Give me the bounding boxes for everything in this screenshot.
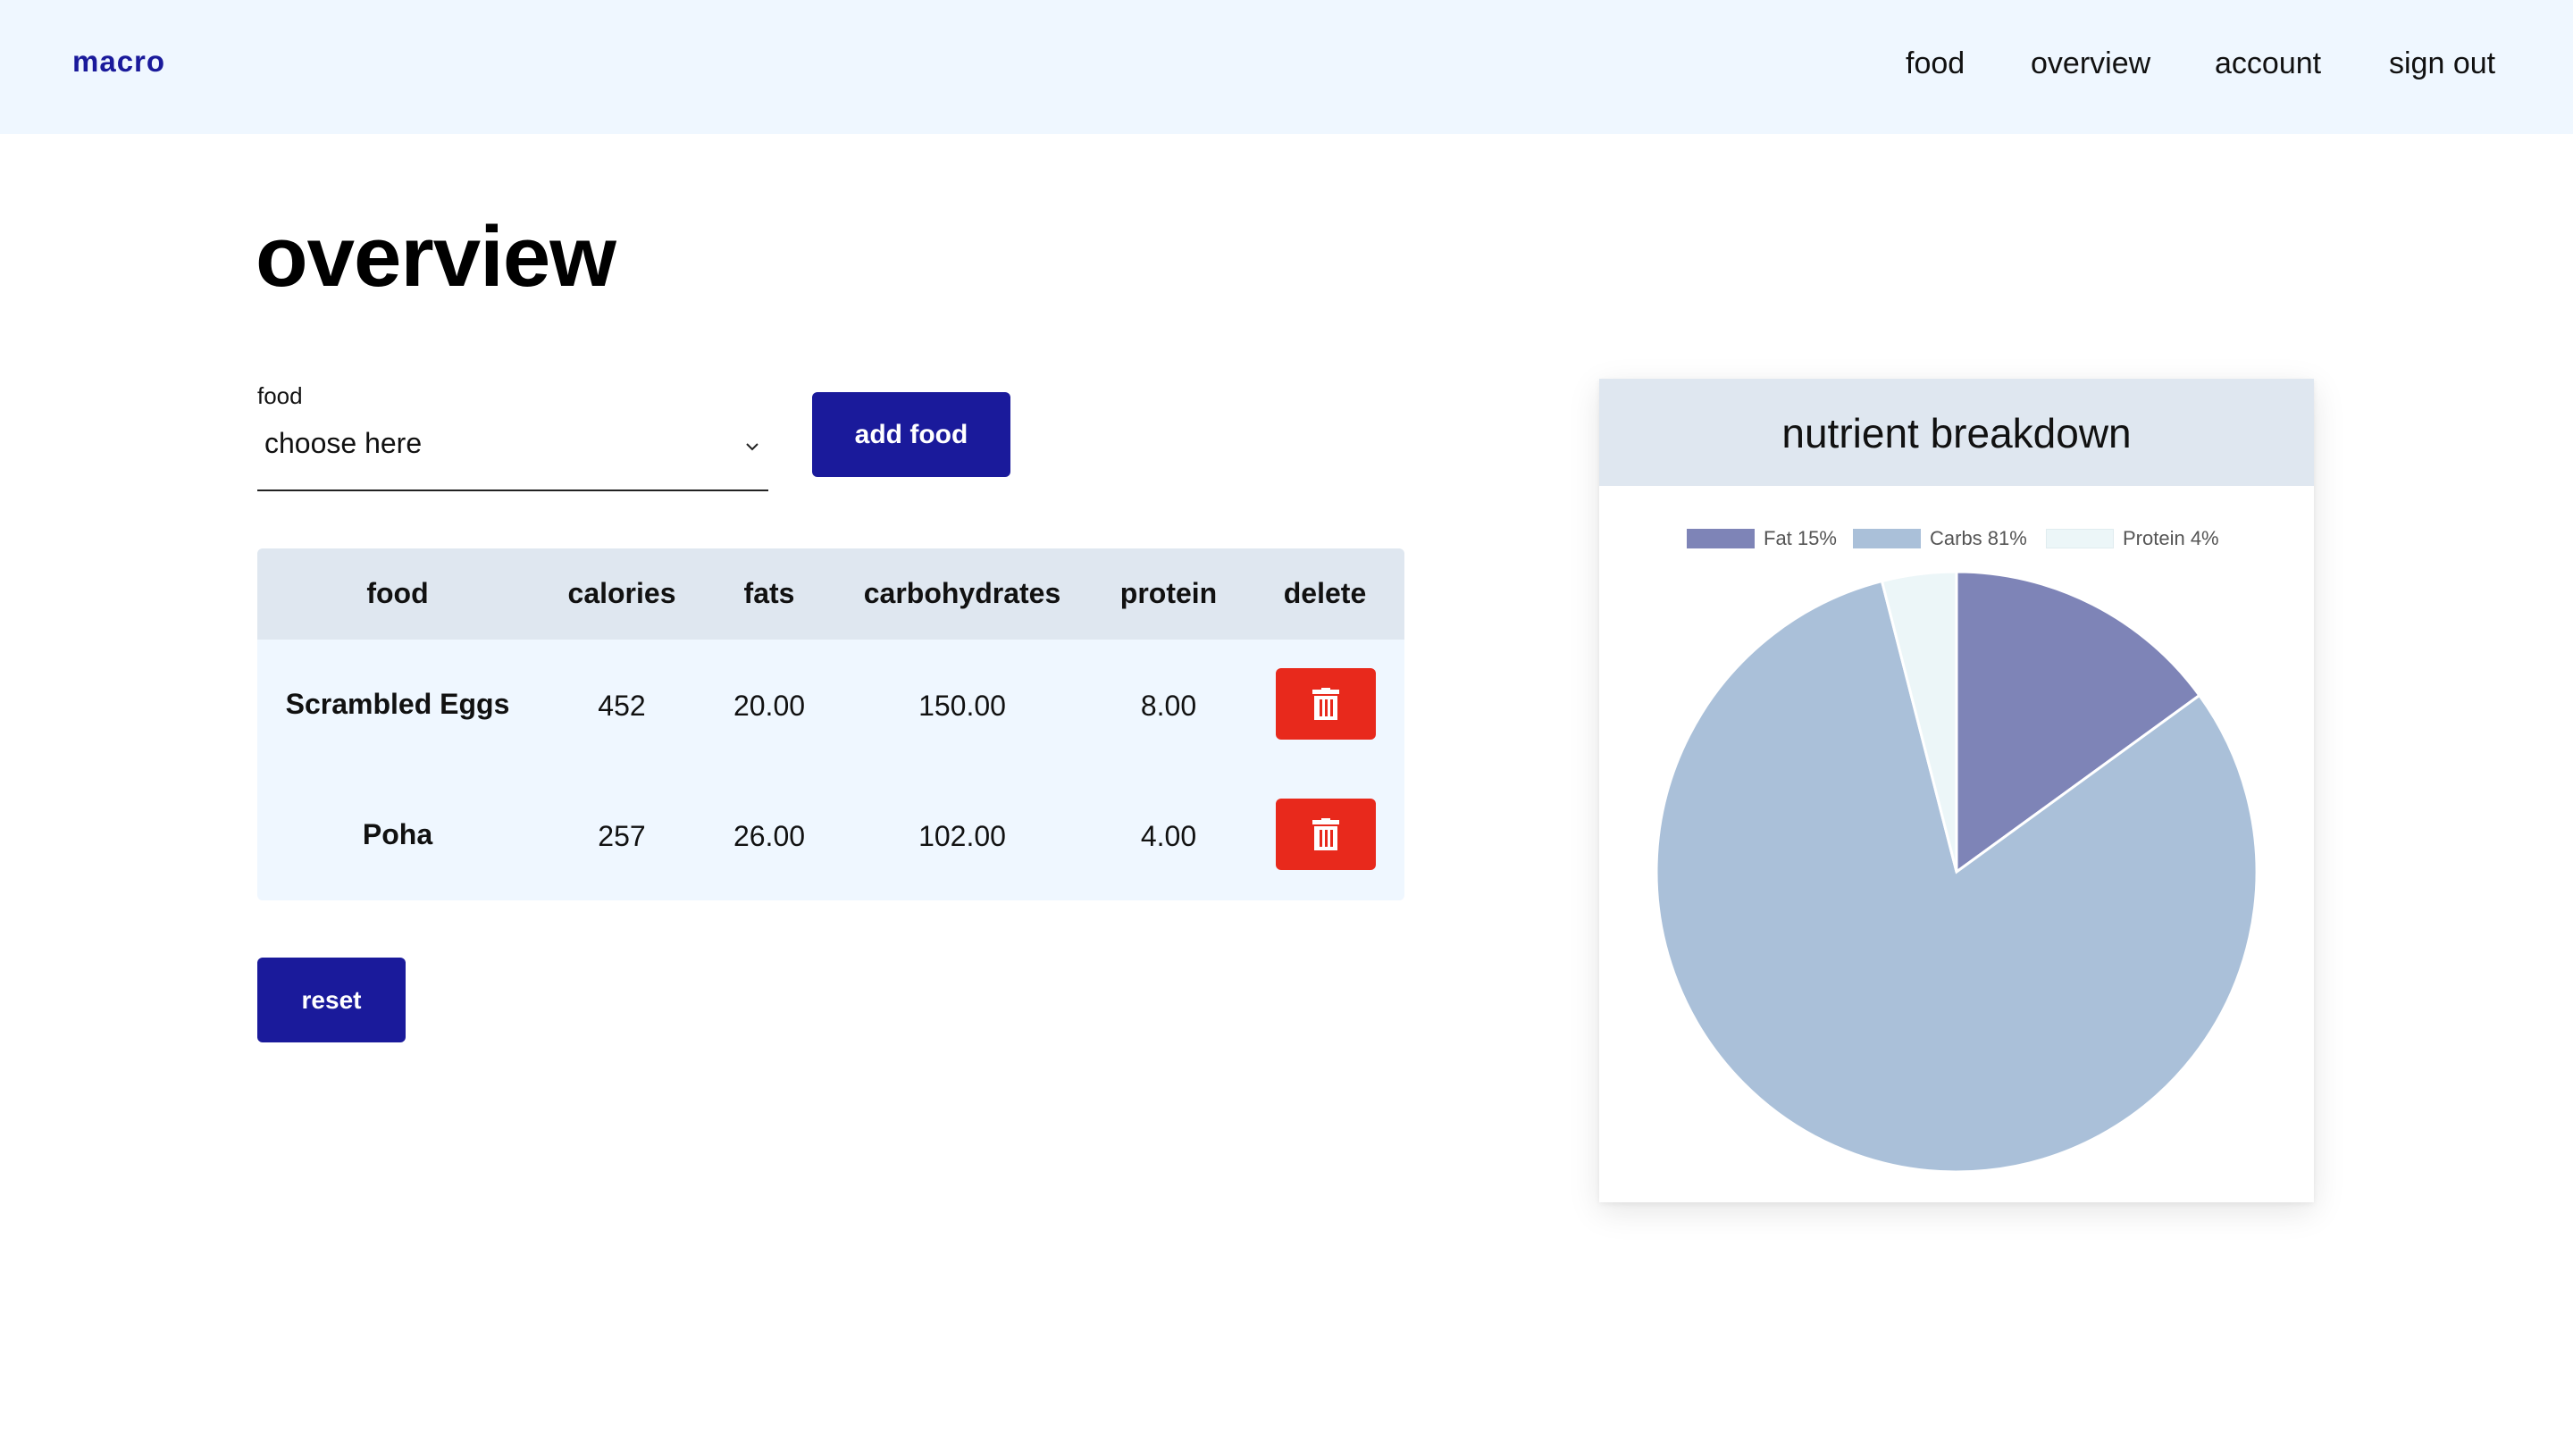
chart-header: nutrient breakdown xyxy=(1599,379,2314,486)
table-cell-fats: 20.00 xyxy=(733,690,806,722)
table-cell-carbohydrates: 102.00 xyxy=(918,820,1006,852)
food-select[interactable]: choose here xyxy=(257,420,768,491)
table-cell-carbohydrates: 150.00 xyxy=(918,690,1006,722)
table-header-row: food calories fats carbohydrates protein… xyxy=(257,548,1404,640)
legend-label-fat: Fat 15% xyxy=(1764,527,1837,549)
legend-swatch-carbs xyxy=(1853,529,1921,548)
table-cell-food: Poha xyxy=(362,818,433,850)
page-title: overview xyxy=(256,209,616,305)
food-select-label: food xyxy=(257,382,303,409)
delete-button[interactable] xyxy=(1276,668,1376,740)
nutrient-chart-card: nutrient breakdown Fat 15% Carbs 81% Pro… xyxy=(1599,379,2314,1202)
trash-icon xyxy=(1312,688,1339,720)
navbar: macro food overview account sign out xyxy=(0,0,2573,134)
food-select-value: choose here xyxy=(264,427,423,459)
column-header-calories: calories xyxy=(567,577,676,609)
column-header-fats: fats xyxy=(743,577,795,609)
table-cell-food: Scrambled Eggs xyxy=(285,688,510,720)
legend-swatch-fat xyxy=(1687,529,1755,548)
column-header-delete: delete xyxy=(1283,577,1367,609)
column-header-protein: protein xyxy=(1119,577,1218,609)
column-header-carbohydrates: carbohydrates xyxy=(863,577,1061,609)
table-cell-calories: 452 xyxy=(598,690,646,722)
nav-link-food[interactable]: food xyxy=(1906,46,1965,81)
legend-swatch-protein xyxy=(2046,529,2114,548)
table-cell-fats: 26.00 xyxy=(733,820,806,852)
table-cell-protein: 4.00 xyxy=(1140,820,1197,852)
legend-label-protein: Protein 4% xyxy=(2123,527,2219,549)
brand-logo[interactable]: macro xyxy=(72,45,165,79)
pie-chart xyxy=(1655,570,2259,1174)
table-cell-calories: 257 xyxy=(598,820,646,852)
delete-button[interactable] xyxy=(1276,799,1376,870)
table-cell-protein: 8.00 xyxy=(1140,690,1197,722)
nav-link-overview[interactable]: overview xyxy=(2031,46,2150,81)
add-food-button[interactable]: add food xyxy=(812,392,1010,477)
reset-button[interactable]: reset xyxy=(257,958,406,1042)
column-header-food: food xyxy=(366,577,429,609)
nav-link-sign-out[interactable]: sign out xyxy=(2389,46,2495,81)
trash-icon xyxy=(1312,818,1339,850)
chart-title: nutrient breakdown xyxy=(1781,410,2132,456)
food-table: food calories fats carbohydrates protein… xyxy=(257,548,1404,900)
chevron-down-icon xyxy=(746,443,758,451)
nav-link-account[interactable]: account xyxy=(2215,46,2321,81)
legend-label-carbs: Carbs 81% xyxy=(1930,527,2027,549)
